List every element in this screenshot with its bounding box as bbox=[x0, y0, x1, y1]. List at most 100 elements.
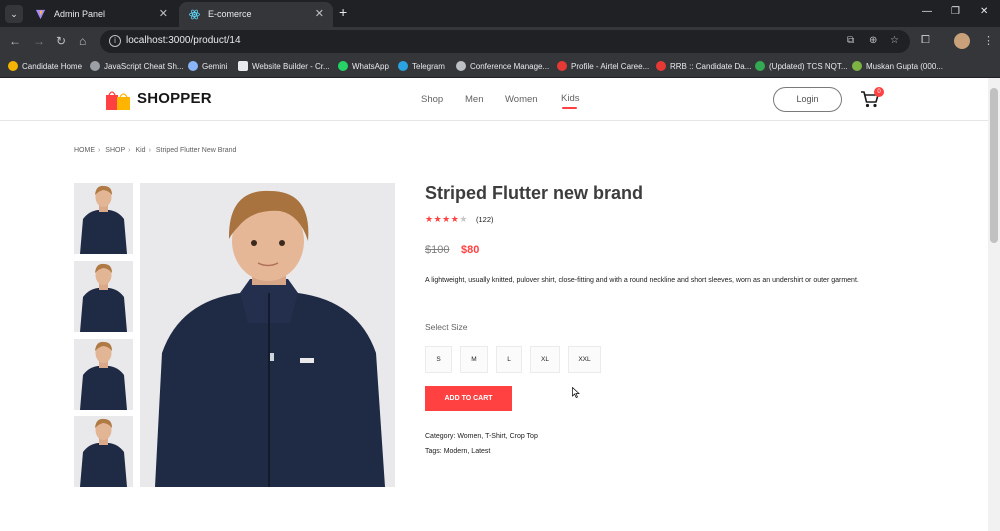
login-button[interactable]: Login bbox=[773, 87, 842, 112]
product-thumbnail[interactable] bbox=[74, 416, 133, 487]
menu-women[interactable]: Women bbox=[505, 94, 538, 105]
breadcrumb-shop[interactable]: SHOP bbox=[105, 147, 125, 154]
bookmark-label: RRB :: Candidate Da... bbox=[670, 62, 752, 71]
profile-avatar-icon[interactable] bbox=[954, 33, 970, 49]
product-tags: Tags: Modern, Latest bbox=[425, 448, 490, 455]
product-thumbnail[interactable] bbox=[74, 339, 133, 410]
product-thumbnail[interactable] bbox=[74, 261, 133, 332]
bookmark-favicon-icon bbox=[238, 61, 248, 71]
bookmark-star-icon[interactable]: ☆ bbox=[890, 35, 899, 46]
size-option-xl[interactable]: XL bbox=[530, 346, 560, 373]
size-option-l[interactable]: L bbox=[496, 346, 522, 373]
bookmark-favicon-icon bbox=[188, 61, 198, 71]
size-option-s[interactable]: S bbox=[425, 346, 452, 373]
menu-men[interactable]: Men bbox=[465, 94, 483, 105]
breadcrumb-home[interactable]: HOME bbox=[74, 147, 95, 154]
bookmark-item[interactable]: Profile - Airtel Caree... bbox=[557, 60, 649, 74]
category-label: Category: bbox=[425, 433, 456, 440]
bookmark-item[interactable]: Gemini bbox=[188, 60, 227, 74]
tab-ecomerce[interactable]: E-comerce ✕ bbox=[179, 2, 333, 27]
close-window-icon[interactable]: ✕ bbox=[980, 6, 988, 17]
back-icon[interactable]: ← bbox=[9, 34, 21, 48]
forward-icon[interactable]: → bbox=[33, 34, 45, 48]
bookmark-item[interactable]: Website Builder - Cr... bbox=[238, 60, 330, 74]
mouse-cursor-icon bbox=[572, 387, 580, 398]
product-main-image bbox=[140, 183, 395, 487]
bookmark-label: Website Builder - Cr... bbox=[252, 62, 330, 71]
close-tab-icon[interactable]: ✕ bbox=[159, 2, 168, 27]
shopping-bag-logo-icon[interactable] bbox=[106, 89, 131, 111]
cart-count-badge: 0 bbox=[874, 87, 884, 97]
chevron-right-icon: › bbox=[128, 147, 131, 154]
bookmark-label: Candidate Home bbox=[22, 62, 83, 71]
bookmark-label: Conference Manage... bbox=[470, 62, 550, 71]
breadcrumb: HOME › SHOP › Kid › Striped Flutter New Bra… bbox=[74, 147, 239, 154]
bookmark-item[interactable]: Candidate Home bbox=[8, 60, 82, 74]
close-tab-icon[interactable]: ✕ bbox=[315, 2, 324, 27]
tab-title: Admin Panel bbox=[54, 9, 106, 19]
chevron-right-icon: › bbox=[148, 147, 151, 154]
bookmark-item[interactable]: Muskan Gupta (000... bbox=[852, 60, 943, 74]
new-tab-icon[interactable]: + bbox=[339, 4, 347, 20]
install-app-icon[interactable]: ⧉ bbox=[847, 35, 854, 46]
active-menu-underline bbox=[562, 107, 577, 109]
menu-shop[interactable]: Shop bbox=[421, 94, 443, 105]
size-option-xxl[interactable]: XXL bbox=[568, 346, 601, 373]
tab-search-button[interactable]: ⌄ bbox=[5, 5, 23, 23]
boy-jacket-photo-icon bbox=[140, 183, 395, 487]
boy-jacket-photo-icon bbox=[74, 416, 133, 487]
product-thumbnail[interactable] bbox=[74, 183, 133, 254]
reload-icon[interactable]: ↻ bbox=[56, 34, 66, 48]
restore-icon[interactable]: ❐ bbox=[951, 6, 960, 17]
star-filled-icon: ★ bbox=[433, 214, 443, 224]
url-text: localhost:3000/product/14 bbox=[126, 35, 241, 46]
boy-jacket-photo-icon bbox=[74, 339, 133, 410]
bookmark-item[interactable]: (Updated) TCS NQT... bbox=[755, 60, 848, 74]
tab-title: E-comerce bbox=[208, 9, 252, 19]
bookmark-label: Profile - Airtel Caree... bbox=[571, 62, 650, 71]
boy-jacket-photo-icon bbox=[74, 183, 133, 254]
home-icon[interactable]: ⌂ bbox=[79, 34, 86, 48]
minimize-icon[interactable]: — bbox=[922, 6, 932, 17]
star-empty-icon: ★ bbox=[459, 214, 468, 224]
breadcrumb-category[interactable]: Kid bbox=[135, 147, 145, 154]
brand-name[interactable]: SHOPPER bbox=[137, 90, 212, 107]
page-scrollbar[interactable] bbox=[988, 78, 1000, 531]
bookmark-favicon-icon bbox=[456, 61, 466, 71]
bookmark-favicon-icon bbox=[557, 61, 567, 71]
chrome-menu-icon[interactable]: ⋮ bbox=[983, 34, 994, 47]
tags-label: Tags: bbox=[425, 448, 442, 455]
tags-value: Modern, Latest bbox=[443, 448, 491, 455]
add-to-cart-button[interactable]: ADD TO CART bbox=[425, 386, 512, 411]
product-description: A lightweight, usually knitted, pulover … bbox=[425, 277, 859, 284]
site-info-icon[interactable]: i bbox=[109, 35, 121, 47]
star-filled-icon: ★ bbox=[442, 214, 451, 224]
bookmark-item[interactable]: Conference Manage... bbox=[456, 60, 549, 74]
zoom-icon[interactable]: ⊕ bbox=[869, 35, 877, 46]
bookmark-label: (Updated) TCS NQT... bbox=[769, 62, 848, 71]
product-category: Category: Women, T-Shirt, Crop Top bbox=[425, 433, 538, 440]
tab-admin-panel[interactable]: Admin Panel ✕ bbox=[25, 2, 177, 27]
bookmark-item[interactable]: RRB :: Candidate Da... bbox=[656, 60, 751, 74]
size-option-m[interactable]: M bbox=[460, 346, 488, 373]
boy-jacket-photo-icon bbox=[74, 261, 133, 332]
vite-icon bbox=[35, 9, 46, 20]
bookmark-label: JavaScript Cheat Sh... bbox=[104, 62, 184, 71]
bookmark-item[interactable]: WhatsApp bbox=[338, 60, 389, 74]
old-price: $100 bbox=[425, 244, 450, 256]
star-filled-icon: ★ bbox=[425, 214, 434, 224]
product-page: SHOPPER Shop Men Women Kids Login 0 HOME… bbox=[0, 78, 988, 531]
bookmark-favicon-icon bbox=[8, 61, 18, 71]
breadcrumb-product: Striped Flutter New Brand bbox=[155, 147, 237, 154]
star-rating: ★★★★★ bbox=[425, 214, 468, 225]
address-bar[interactable]: i localhost:3000/product/14 ⧉ ⊕ ☆ bbox=[100, 30, 910, 53]
extensions-icon[interactable]: ⧠ bbox=[921, 34, 930, 47]
bookmark-item[interactable]: JavaScript Cheat Sh... bbox=[90, 60, 184, 74]
bookmark-favicon-icon bbox=[852, 61, 862, 71]
scrollbar-thumb[interactable] bbox=[990, 88, 998, 243]
bookmark-favicon-icon bbox=[656, 61, 666, 71]
select-size-label: Select Size bbox=[425, 322, 468, 332]
menu-kids[interactable]: Kids bbox=[561, 93, 579, 104]
bookmark-item[interactable]: Telegram bbox=[398, 60, 445, 74]
bookmark-label: Gemini bbox=[202, 62, 228, 71]
